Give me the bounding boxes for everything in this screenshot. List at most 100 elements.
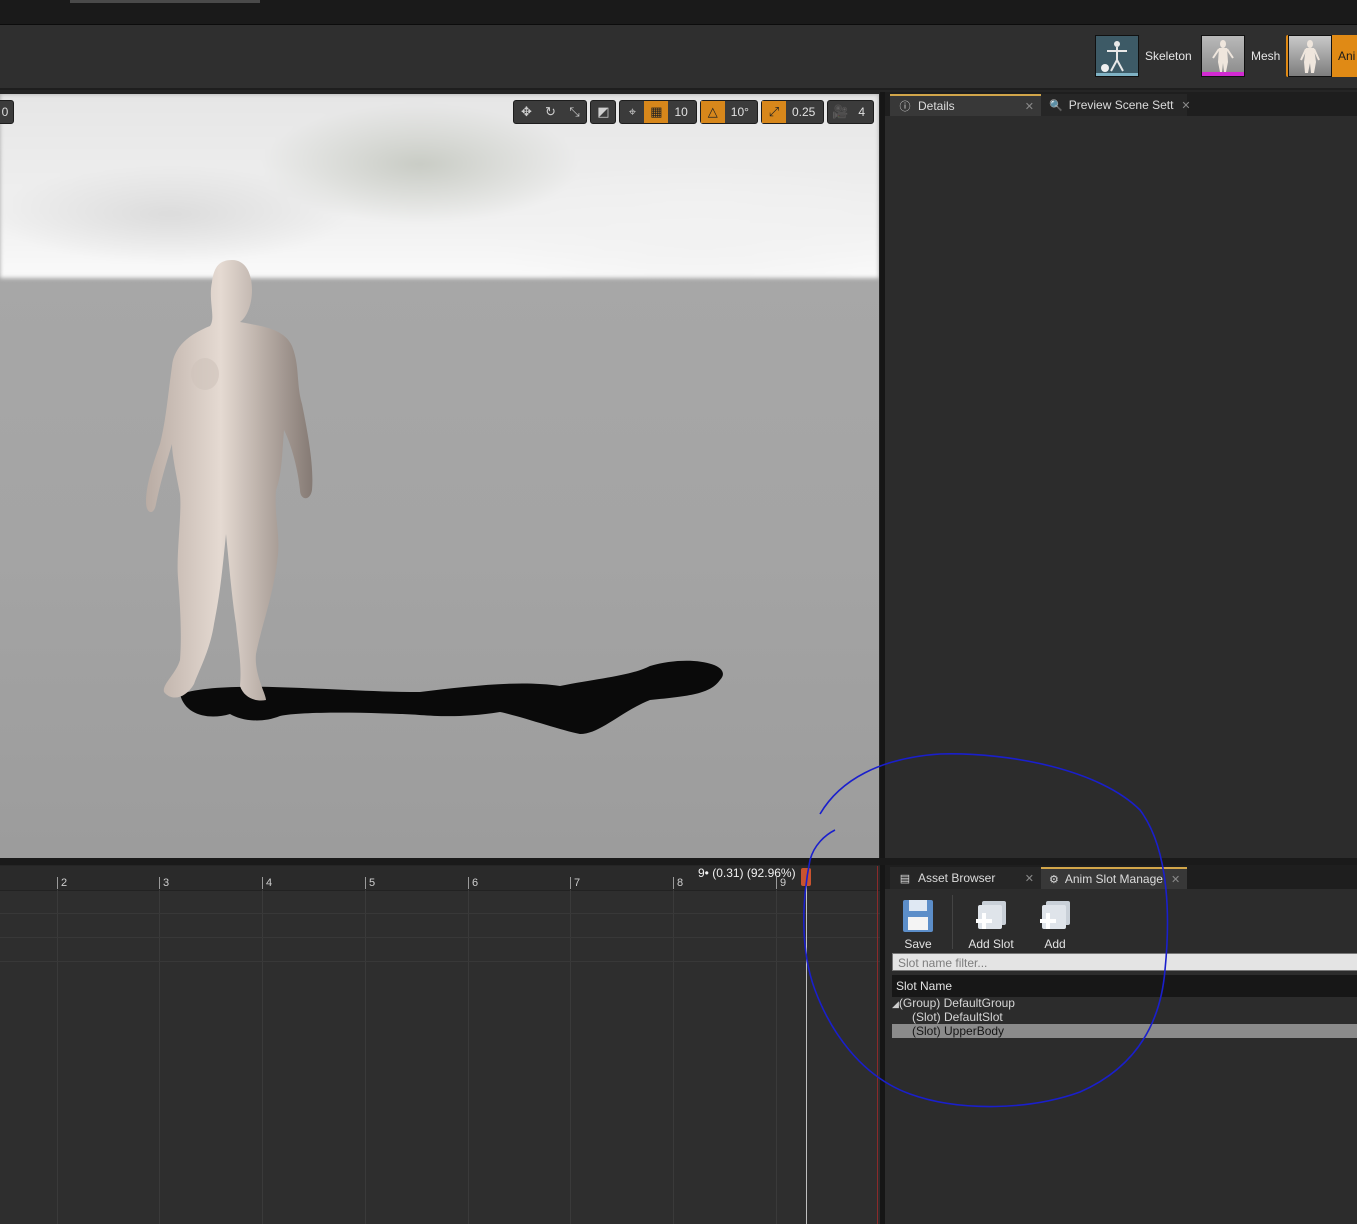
tab-asset-browser-label: Asset Browser [918, 871, 996, 885]
translate-icon[interactable]: ✥ [514, 101, 538, 123]
tick-mark [673, 877, 674, 889]
close-icon[interactable]: ✕ [1171, 873, 1180, 886]
camera-speed-icon[interactable]: 🎥 [828, 101, 852, 123]
slot-manager-icon: ⚙ [1049, 873, 1059, 886]
preview-mannequin [146, 260, 723, 734]
save-label: Save [904, 937, 932, 951]
grid-snap-icon[interactable]: ▦ [644, 101, 669, 123]
animation-icon [1288, 35, 1332, 77]
grid-line [673, 890, 674, 1224]
tab-details-label: Details [918, 99, 955, 113]
add-slot-button[interactable]: Add Slot [965, 899, 1017, 951]
rotation-snap-group: △ 10° [699, 100, 758, 124]
playhead-handle[interactable] [801, 868, 811, 886]
track-divider [0, 913, 880, 914]
rotation-snap-value[interactable]: 10° [725, 105, 757, 119]
mode-animation-button[interactable]: Ani [1286, 35, 1357, 77]
mode-animation-label: Ani [1338, 49, 1356, 63]
add-slot-icon [974, 899, 1008, 933]
tab-asset-browser[interactable]: ▤ Asset Browser ✕ [890, 867, 1042, 889]
slot-label: (Slot) UpperBody [912, 1024, 1005, 1038]
tick-label: 6 [472, 877, 479, 889]
mannequin-body [146, 260, 313, 701]
grid-line [159, 890, 160, 1224]
tab-anim-slot-manager[interactable]: ⚙ Anim Slot Manage ✕ [1041, 867, 1187, 889]
mode-skeleton-button[interactable]: Skeleton [1095, 35, 1192, 77]
grid-line [468, 890, 469, 1224]
title-strip [0, 0, 1357, 25]
end-range-line [877, 866, 878, 1224]
add-slot-label: Add Slot [968, 937, 1014, 951]
grid-line [57, 890, 58, 1224]
preview-viewport[interactable]: 0 ✥ ↻ ⤡ ◩ ⌖ ▦ 10 △ 10° ⤢ 0.25 🎥 4 [0, 94, 879, 858]
tick-mark [159, 877, 160, 889]
tab-preview-scene-settings[interactable]: 🔍 Preview Scene Sett ✕ [1041, 94, 1191, 116]
tick-label: 7 [574, 877, 581, 889]
tick-mark [57, 877, 58, 889]
mesh-icon [1201, 35, 1245, 77]
document-tab-edge[interactable] [70, 0, 260, 3]
grid-line [262, 890, 263, 1224]
save-icon [901, 899, 935, 933]
slot-label: (Slot) DefaultSlot [912, 1010, 1003, 1024]
rotation-snap-icon[interactable]: △ [700, 101, 725, 123]
tree-row-slot-selected[interactable]: (Slot) UpperBody [892, 1024, 1357, 1038]
rotate-icon[interactable]: ↻ [538, 101, 562, 123]
close-icon[interactable]: ✕ [1025, 872, 1034, 885]
timeline-panel[interactable]: 2 3 4 5 6 7 8 9 9• (0.31) (92.96%) [0, 866, 880, 1224]
mode-mesh-button[interactable]: Mesh [1201, 35, 1280, 77]
collapse-arrow-icon[interactable]: ◢ [892, 999, 899, 1009]
mode-skeleton-label: Skeleton [1145, 49, 1192, 63]
camera-speed-value[interactable]: 4 [852, 105, 873, 119]
scale-snap-icon[interactable]: ⤢ [761, 101, 786, 123]
mannequin-chest-shadow [191, 358, 219, 390]
scale-snap-group: ⤢ 0.25 [760, 100, 825, 124]
slot-name-column-header[interactable]: Slot Name [892, 975, 1357, 997]
tick-label: 5 [369, 877, 376, 889]
grid-snap-value[interactable]: 10 [668, 105, 695, 119]
details-tabbar: ⓘ Details ✕ 🔍 Preview Scene Sett ✕ [885, 92, 1357, 116]
frame-readout: 9• (0.31) (92.96%) [698, 866, 796, 880]
tick-mark [365, 877, 366, 889]
tab-details[interactable]: ⓘ Details ✕ [890, 94, 1042, 116]
surface-snap-icon[interactable]: ⌖ [620, 101, 644, 123]
tree-row-group[interactable]: ◢(Group) DefaultGroup [892, 996, 1357, 1010]
toolbar-separator [952, 895, 953, 949]
grid-snap-group: ⌖ ▦ 10 [619, 100, 697, 124]
anim-slot-manager-panel: ▤ Asset Browser ✕ ⚙ Anim Slot Manage ✕ S… [885, 865, 1357, 1224]
world-space-icon[interactable]: ◩ [591, 101, 615, 123]
coordinate-space: ◩ [590, 100, 617, 124]
close-icon[interactable]: ✕ [1181, 99, 1190, 112]
save-button[interactable]: Save [901, 899, 935, 951]
panel-splitter-horizontal[interactable] [0, 858, 1357, 865]
slot-tabbar: ▤ Asset Browser ✕ ⚙ Anim Slot Manage ✕ [885, 865, 1357, 889]
transform-tools: ✥ ↻ ⤡ [513, 100, 588, 124]
camera-speed-group: 🎥 4 [827, 100, 874, 124]
close-icon[interactable]: ✕ [1025, 100, 1034, 113]
search-icon: 🔍 [1049, 99, 1063, 112]
scale-snap-value[interactable]: 0.25 [786, 105, 823, 119]
viewport-toolbar: ✥ ↻ ⤡ ◩ ⌖ ▦ 10 △ 10° ⤢ 0.25 🎥 4 [513, 100, 874, 124]
group-label: (Group) DefaultGroup [898, 996, 1015, 1010]
tick-label: 4 [266, 877, 273, 889]
scale-icon[interactable]: ⤡ [562, 101, 586, 123]
info-icon: ⓘ [899, 101, 911, 113]
slot-name-filter-input[interactable]: Slot name filter... [892, 953, 1357, 971]
track-divider [0, 937, 880, 938]
editor-toolbar: Skeleton Mesh Ani [0, 25, 1357, 90]
skeleton-icon [1095, 35, 1139, 77]
tick-label: 8 [677, 877, 684, 889]
add-group-icon [1038, 899, 1072, 933]
tick-label: 2 [61, 877, 68, 889]
tick-label: 3 [163, 877, 170, 889]
mode-mesh-label: Mesh [1251, 49, 1281, 63]
tick-mark [570, 877, 571, 889]
grid-line [570, 890, 571, 1224]
grid-line [365, 890, 366, 1224]
asset-browser-icon: ▤ [899, 872, 911, 885]
tab-preview-scene-label: Preview Scene Sett [1068, 98, 1174, 112]
viewport-menu-tag[interactable]: 0 [0, 100, 14, 124]
tab-anim-slot-label: Anim Slot Manage [1064, 872, 1163, 886]
details-panel: ⓘ Details ✕ 🔍 Preview Scene Sett ✕ [885, 92, 1357, 858]
tree-row-slot[interactable]: (Slot) DefaultSlot [892, 1010, 1357, 1024]
